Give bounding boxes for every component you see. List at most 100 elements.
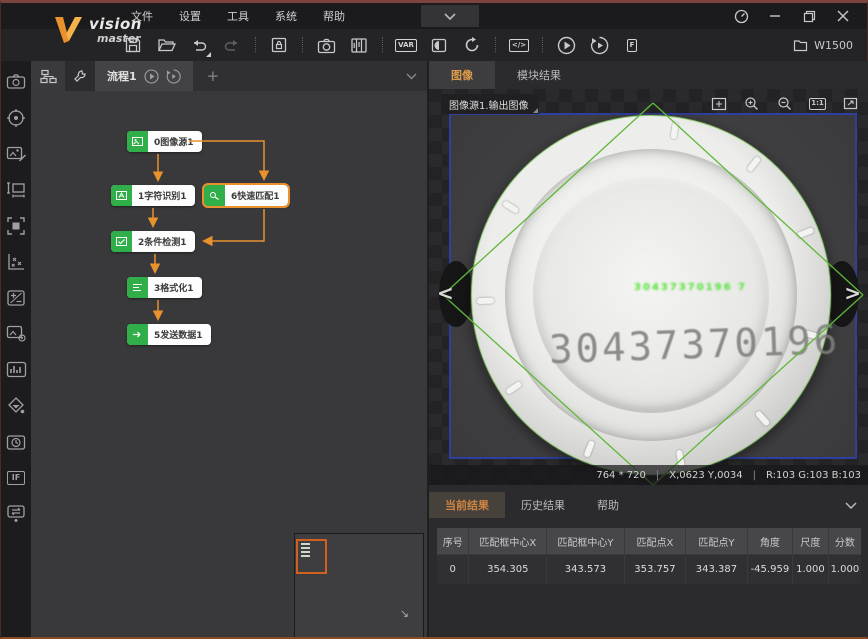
node-char-recognition[interactable]: 1字符识别1 bbox=[111, 185, 195, 206]
save-lock-button[interactable] bbox=[269, 35, 289, 55]
frame-trigger-button[interactable]: F bbox=[622, 35, 642, 55]
workspace-indicator[interactable]: W1500 bbox=[793, 39, 867, 52]
app-logo: vision master bbox=[51, 7, 169, 53]
node-condition-check[interactable]: 2条件检测1 bbox=[111, 231, 195, 252]
camera-timer-icon[interactable] bbox=[6, 431, 27, 452]
image-source-dropdown-label: 图像源1.输出图像 bbox=[449, 97, 529, 112]
node-send-data[interactable]: 5发送数据1 bbox=[127, 324, 211, 345]
col-match-center-x[interactable]: 匹配框中心X bbox=[469, 528, 547, 554]
run-flow-icon[interactable] bbox=[144, 69, 159, 84]
run-once-button[interactable] bbox=[556, 35, 576, 55]
viewer-toolbar: 1:1 bbox=[710, 96, 859, 111]
node-label: 6快速匹配1 bbox=[225, 189, 288, 202]
col-scale[interactable]: 尺度 bbox=[793, 528, 829, 554]
fullscreen-button[interactable] bbox=[842, 96, 859, 111]
flow-canvas[interactable]: 0图像源1 1字符识别1 6快速匹配1 bbox=[31, 91, 427, 637]
title-bar: vision master 文件 设置 工具 系统 帮助 bbox=[1, 3, 867, 29]
workspace-name: W1500 bbox=[814, 39, 853, 52]
tab-image[interactable]: 图像 bbox=[429, 61, 495, 89]
variable-button[interactable]: VAR bbox=[396, 35, 416, 55]
global-refresh-button[interactable] bbox=[462, 35, 482, 55]
prev-image-button[interactable]: < bbox=[437, 281, 454, 305]
image-source-dropdown[interactable]: 图像源1.输出图像 bbox=[441, 94, 539, 114]
image-contrast-button[interactable] bbox=[429, 35, 449, 55]
pixel-rgb: R:103 G:103 B:103 bbox=[766, 470, 861, 481]
redo-button[interactable] bbox=[222, 35, 242, 55]
col-match-point-y[interactable]: 匹配点Y bbox=[686, 528, 748, 554]
minimap-resize-icon[interactable]: ↘ bbox=[400, 607, 409, 620]
one-to-one-button[interactable]: 1:1 bbox=[809, 96, 826, 111]
restore-button[interactable] bbox=[795, 6, 823, 26]
color-fill-icon[interactable] bbox=[6, 395, 27, 416]
camera-capture-button[interactable] bbox=[316, 35, 336, 55]
next-image-button[interactable]: > bbox=[844, 281, 861, 305]
tab-current-result[interactable]: 当前结果 bbox=[429, 492, 505, 518]
col-score[interactable]: 分数 bbox=[829, 528, 861, 554]
toolbar-separator bbox=[382, 37, 383, 53]
measure-width-icon[interactable] bbox=[6, 179, 27, 200]
add-flow-button[interactable]: + bbox=[193, 67, 234, 85]
col-index[interactable]: 序号 bbox=[437, 528, 469, 554]
zoom-out-button[interactable] bbox=[776, 96, 793, 111]
run-continuous-button[interactable] bbox=[589, 35, 609, 55]
flow-settings-button[interactable] bbox=[65, 61, 95, 91]
zoom-in-button[interactable] bbox=[743, 96, 760, 111]
col-match-point-x[interactable]: 匹配点X bbox=[625, 528, 687, 554]
chevron-down-icon bbox=[444, 13, 456, 20]
position-target-icon[interactable] bbox=[6, 107, 27, 128]
minimize-icon bbox=[769, 10, 781, 22]
fit-view-button[interactable] bbox=[710, 96, 727, 111]
histogram-icon[interactable] bbox=[6, 359, 27, 380]
minimap-viewport[interactable] bbox=[296, 539, 327, 574]
titlebar-dropdown[interactable] bbox=[421, 5, 479, 27]
undo-button[interactable] bbox=[189, 35, 209, 55]
menu-system[interactable]: 系统 bbox=[263, 4, 309, 28]
table-row[interactable]: 0 354.305 343.573 353.757 343.387 -45.95… bbox=[437, 554, 861, 584]
menu-help[interactable]: 帮助 bbox=[311, 4, 357, 28]
flow-list-button[interactable] bbox=[31, 61, 65, 91]
close-button[interactable] bbox=[829, 6, 857, 26]
flow-tab-label: 流程1 bbox=[107, 68, 137, 84]
performance-gauge-button[interactable] bbox=[727, 6, 755, 26]
tab-history-result[interactable]: 历史结果 bbox=[505, 492, 581, 518]
tab-module-result[interactable]: 模块结果 bbox=[495, 61, 583, 89]
result-panel: 图像 模块结果 bbox=[429, 61, 868, 637]
menu-tools[interactable]: 工具 bbox=[215, 4, 261, 28]
minimize-button[interactable] bbox=[761, 6, 789, 26]
flow-tab-chevron[interactable] bbox=[406, 73, 427, 80]
one-to-one-icon: 1:1 bbox=[809, 98, 827, 110]
chevron-down-icon bbox=[845, 502, 857, 509]
toolbar-separator bbox=[255, 37, 256, 53]
script-code-button[interactable]: </> bbox=[509, 35, 529, 55]
run-flow-continuous-icon[interactable] bbox=[166, 69, 181, 84]
result-table: 序号 匹配框中心X 匹配框中心Y 匹配点X 匹配点Y 角度 尺度 分数 0 35… bbox=[437, 528, 861, 584]
col-angle[interactable]: 角度 bbox=[748, 528, 793, 554]
scatter-points-icon[interactable] bbox=[6, 251, 27, 272]
image-resolution: 764 * 720 bbox=[596, 470, 646, 481]
node-image-source[interactable]: 0图像源1 bbox=[127, 131, 202, 152]
fast-match-icon bbox=[204, 185, 225, 206]
node-format[interactable]: 3格式化1 bbox=[127, 277, 202, 298]
node-fast-match[interactable]: 6快速匹配1 bbox=[204, 185, 288, 206]
undo-icon bbox=[190, 37, 208, 53]
module-list-button[interactable] bbox=[349, 35, 369, 55]
camera-tool-icon[interactable] bbox=[6, 71, 27, 92]
result-collapse-button[interactable] bbox=[845, 502, 868, 509]
toolbar-separator bbox=[302, 37, 303, 53]
flow-tab-process1[interactable]: 流程1 bbox=[95, 61, 193, 91]
focus-region-icon[interactable] bbox=[6, 215, 27, 236]
global-refresh-icon bbox=[463, 36, 481, 54]
image-viewer[interactable]: 30437370196 7 30437370196 7 图像源1.输出图像 bbox=[429, 89, 868, 485]
flow-minimap[interactable]: ↘ bbox=[294, 533, 424, 637]
calc-score-icon[interactable] bbox=[6, 287, 27, 308]
image-settings-icon[interactable] bbox=[6, 323, 27, 344]
chevron-down-icon bbox=[406, 73, 417, 80]
tab-help[interactable]: 帮助 bbox=[581, 492, 635, 518]
cell-score: 1.000 bbox=[829, 554, 861, 584]
if-logic-icon[interactable]: IF bbox=[6, 467, 27, 488]
menu-settings[interactable]: 设置 bbox=[167, 4, 213, 28]
col-match-center-y[interactable]: 匹配框中心Y bbox=[547, 528, 625, 554]
flow-tab-bar: 流程1 + bbox=[31, 61, 427, 91]
image-edit-icon[interactable] bbox=[6, 143, 27, 164]
data-transfer-icon[interactable] bbox=[6, 503, 27, 524]
